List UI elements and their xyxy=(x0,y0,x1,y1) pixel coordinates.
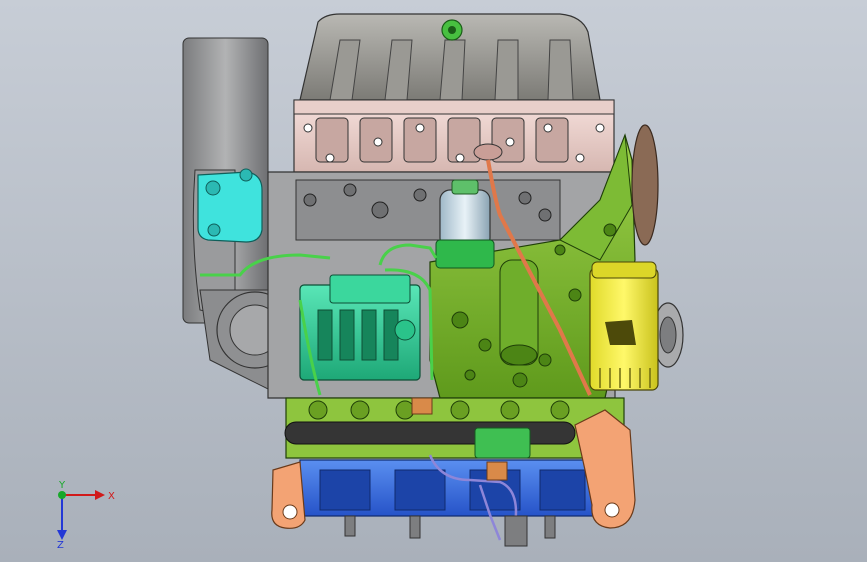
injection-pump xyxy=(299,274,421,381)
orange-fitting xyxy=(486,461,508,481)
valve-cover xyxy=(299,13,601,101)
lower-block xyxy=(284,397,625,459)
y-axis-point xyxy=(58,491,66,499)
x-axis-arrowhead xyxy=(95,490,105,500)
orange-fitting xyxy=(411,397,433,415)
mount-hole xyxy=(282,504,298,520)
oil-pan xyxy=(299,459,601,517)
engine-3d-model[interactable] xyxy=(0,0,867,562)
graphics-viewport[interactable]: X Y Z xyxy=(0,0,867,562)
dipstick-port xyxy=(473,143,503,161)
axis-triad: X Y Z xyxy=(57,480,115,548)
bottom-hardware xyxy=(344,515,556,547)
intake-rail xyxy=(284,421,576,445)
oil-filter xyxy=(589,261,659,391)
fuel-filter xyxy=(435,179,495,269)
x-axis-label: X xyxy=(108,491,115,502)
cyan-mount-bracket xyxy=(197,171,263,243)
y-axis-label: Y xyxy=(58,480,66,491)
z-axis-arrowhead xyxy=(57,530,67,540)
filter-brand-logo xyxy=(605,320,636,345)
z-axis-label: Z xyxy=(57,540,64,548)
bracket-bolt xyxy=(205,180,221,196)
mount-hole xyxy=(604,502,620,518)
bracket-bolt xyxy=(207,223,221,237)
bracket-bolt xyxy=(239,168,253,182)
cylinder-head xyxy=(293,99,615,173)
